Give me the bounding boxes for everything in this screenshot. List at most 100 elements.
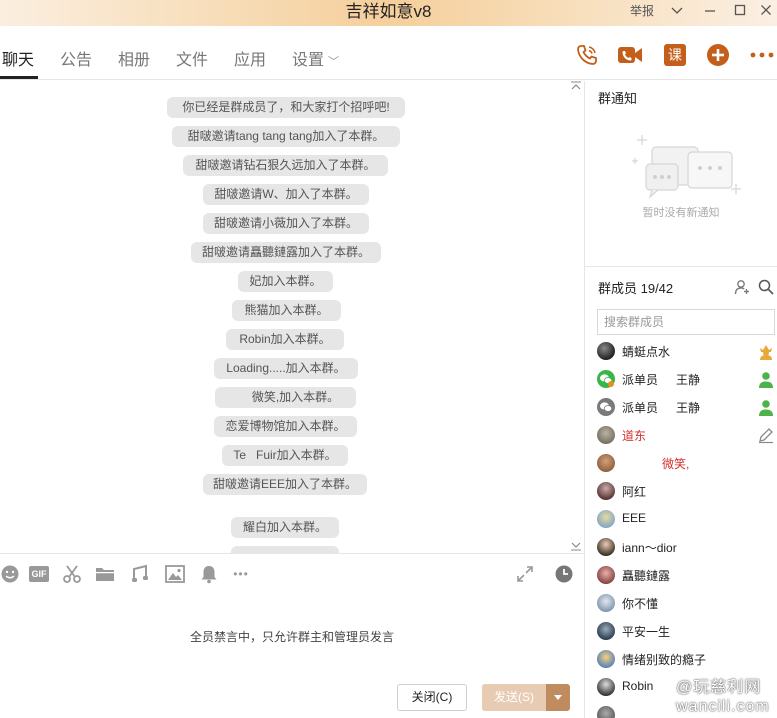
- system-message: 微笑,加入本群。: [215, 387, 356, 408]
- tab-album[interactable]: 相册: [118, 46, 150, 70]
- member-name: 你不懂: [622, 597, 659, 611]
- empty-notice-icon: [628, 132, 746, 207]
- member-item[interactable]: 平安一生: [597, 619, 777, 643]
- more-icon[interactable]: [749, 42, 775, 68]
- close-icon[interactable]: [755, 0, 777, 26]
- search-icon[interactable]: [758, 279, 774, 295]
- member-item[interactable]: 矗聽鏈露: [597, 563, 777, 587]
- member-name: 情绪别致的瘾子: [622, 653, 707, 667]
- input-toolbar: GIF •••: [0, 553, 584, 593]
- report-button[interactable]: 举报: [630, 0, 654, 26]
- section-divider: [585, 266, 777, 267]
- tab-announcement[interactable]: 公告: [60, 46, 92, 70]
- member-item[interactable]: 情绪别致的瘾子: [597, 647, 777, 671]
- scissors-icon[interactable]: [62, 564, 82, 584]
- send-options-chevron-icon[interactable]: [546, 684, 570, 711]
- system-message: 妃加入本群。: [238, 271, 333, 292]
- member-name: 派单员: [622, 373, 659, 387]
- scroll-down-icon[interactable]: [570, 541, 582, 553]
- member-name: EEE: [622, 511, 647, 525]
- member-name: iann～dior: [622, 541, 677, 555]
- system-message: 恋爱博物馆加入本群。: [214, 416, 357, 437]
- system-message-partial: [231, 546, 339, 553]
- more-tools-icon[interactable]: •••: [229, 564, 253, 584]
- image-icon[interactable]: [165, 564, 185, 584]
- member-item[interactable]: 派单员 王静: [597, 395, 777, 419]
- avatar: [597, 538, 615, 556]
- system-message: 甜啵邀请矗聽鏈露加入了本群。: [191, 242, 381, 263]
- tab-apps[interactable]: 应用: [234, 46, 266, 70]
- system-message: 甜啵邀请小薇加入了本群。: [203, 213, 369, 234]
- member-name: 微笑,: [622, 457, 690, 471]
- empty-notice-text: 暂时没有新通知: [642, 207, 720, 219]
- system-message: 你已经是群成员了，和大家打个招呼吧!: [167, 97, 405, 118]
- avatar: [597, 622, 615, 640]
- maximize-icon[interactable]: [729, 0, 751, 26]
- member-name: 道东: [622, 429, 647, 443]
- add-member-icon[interactable]: [734, 279, 750, 295]
- add-icon[interactable]: [705, 42, 731, 68]
- avatar: [597, 510, 615, 528]
- wechat-avatar: [597, 370, 615, 388]
- avatar: [597, 482, 615, 500]
- member-item[interactable]: iann～dior: [597, 535, 777, 559]
- expand-icon[interactable]: [515, 564, 535, 584]
- system-message: 甜啵邀请钻石狠久远加入了本群。: [183, 155, 388, 176]
- admin-user-icon: [757, 370, 775, 388]
- member-item[interactable]: 微笑,: [597, 451, 777, 475]
- mute-notice: 全员禁言中，只允许群主和管理员发言: [189, 630, 394, 644]
- course-icon[interactable]: 课: [662, 42, 688, 68]
- minimize-icon[interactable]: [699, 0, 721, 26]
- member-item[interactable]: 阿红: [597, 479, 777, 503]
- title-bar: 吉祥如意v8 举报: [0, 0, 777, 26]
- phone-icon[interactable]: [574, 42, 600, 68]
- member-item[interactable]: 蜻蜓点水: [597, 339, 777, 363]
- avatar: [597, 342, 615, 360]
- nav-bar: 聊天 公告 相册 文件 应用 设置 ﹀ 课: [0, 26, 777, 80]
- folder-icon[interactable]: [95, 564, 115, 584]
- group-members-title: 群成员 19/42: [598, 281, 674, 296]
- video-icon[interactable]: [617, 42, 643, 68]
- avatar: [597, 426, 615, 444]
- admin-user-icon: [757, 398, 775, 416]
- chevron-down-icon[interactable]: [666, 0, 688, 26]
- avatar: [597, 566, 615, 584]
- watermark-line2: wancili.com: [676, 698, 770, 715]
- member-name: 派单员: [622, 401, 659, 415]
- bell-icon[interactable]: [199, 564, 219, 584]
- member-name: 阿红: [622, 485, 647, 499]
- history-clock-icon[interactable]: [554, 564, 574, 584]
- watermark: @玩慈利网 wancili.com: [676, 678, 770, 716]
- edit-pencil-icon[interactable]: [757, 426, 775, 444]
- member-name: 矗聽鏈露: [622, 569, 671, 583]
- member-item[interactable]: 道东: [597, 423, 777, 447]
- group-notice-title: 群通知: [598, 91, 638, 106]
- window-title: 吉祥如意v8: [345, 2, 432, 21]
- system-message: Robin加入本群。: [226, 329, 344, 350]
- member-item[interactable]: 派单员 王静: [597, 367, 777, 391]
- emoji-icon[interactable]: [0, 564, 20, 584]
- avatar: [597, 594, 615, 612]
- member-search-input[interactable]: [597, 309, 775, 335]
- close-button[interactable]: 关闭(C): [397, 684, 467, 711]
- member-badge: 王静: [676, 401, 701, 415]
- send-button[interactable]: 发送(S): [482, 684, 546, 711]
- tab-settings[interactable]: 设置 ﹀: [292, 46, 339, 70]
- course-icon-glyph: 课: [664, 44, 686, 66]
- scroll-up-icon[interactable]: [570, 81, 582, 94]
- panel-divider: [584, 81, 585, 718]
- member-item[interactable]: EEE: [597, 507, 777, 531]
- member-item[interactable]: 你不懂: [597, 591, 777, 615]
- gif-label: GIF: [29, 566, 49, 582]
- tab-files[interactable]: 文件: [176, 46, 208, 70]
- avatar: [597, 678, 615, 696]
- tab-settings-label: 设置: [292, 52, 325, 69]
- chevron-down-icon: ﹀: [328, 56, 340, 68]
- gif-icon[interactable]: GIF: [28, 564, 50, 584]
- tab-chat[interactable]: 聊天: [2, 46, 34, 70]
- music-icon[interactable]: [130, 564, 150, 584]
- avatar: [597, 454, 615, 472]
- system-message: Te Fuir加入本群。: [222, 445, 348, 466]
- owner-crown-icon: [757, 342, 775, 360]
- chat-message-area[interactable]: 你已经是群成员了，和大家打个招呼吧! 甜啵邀请tang tang tang加入了…: [0, 81, 584, 553]
